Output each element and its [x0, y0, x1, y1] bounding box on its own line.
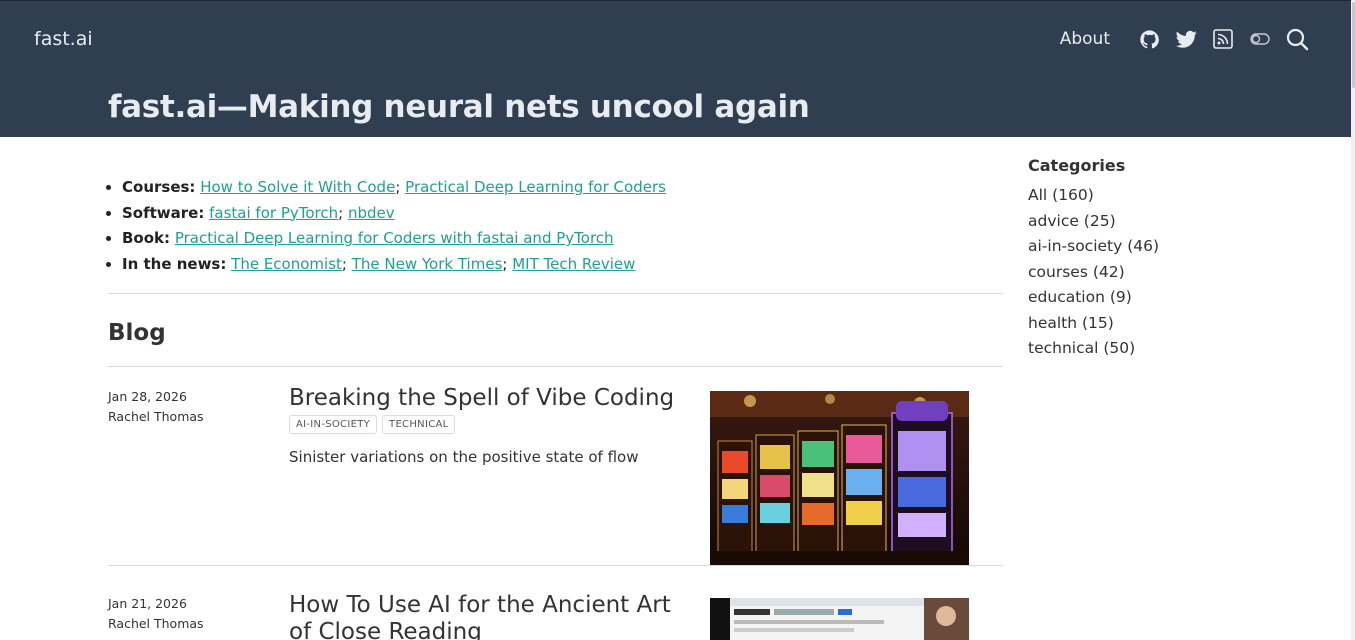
page-title: fast.ai—Making neural nets uncool again	[108, 89, 810, 125]
post-tags: AI-IN-SOCIETY TECHNICAL	[289, 415, 460, 434]
github-icon[interactable]	[1137, 27, 1161, 51]
highlights-list: Courses: How to Solve it With Code; Prac…	[122, 175, 666, 277]
nav-about-link[interactable]: About	[1060, 29, 1110, 49]
category-education[interactable]: education (9)	[1028, 285, 1159, 311]
separator: ;	[338, 203, 344, 222]
divider	[108, 565, 1003, 566]
tag-ai-in-society[interactable]: AI-IN-SOCIETY	[289, 415, 378, 434]
list-label: In the news:	[122, 254, 227, 273]
post-title[interactable]: Breaking the Spell of Vibe Coding	[289, 385, 689, 412]
post-meta: Jan 28, 2026 Rachel Thomas	[108, 387, 204, 427]
link-nbdev[interactable]: nbdev	[348, 204, 395, 222]
site-brand[interactable]: fast.ai	[34, 28, 93, 50]
post-title-line: How To Use AI for the Ancient Art	[289, 592, 671, 618]
site-header: fast.ai About fast.ai—Making neural nets…	[0, 0, 1351, 137]
post-date: Jan 28, 2026	[108, 389, 187, 404]
list-item-book: Book: Practical Deep Learning for Coders…	[122, 226, 666, 252]
list-item-courses: Courses: How to Solve it With Code; Prac…	[122, 175, 666, 201]
link-practical-deep-learning[interactable]: Practical Deep Learning for Coders	[405, 178, 666, 196]
post-author: Rachel Thomas	[108, 409, 204, 424]
post-meta: Jan 21, 2026 Rachel Thomas	[108, 594, 204, 634]
list-label: Software:	[122, 203, 205, 222]
list-item-software: Software: fastai for PyTorch; nbdev	[122, 201, 666, 227]
divider	[108, 293, 1003, 294]
scrollbar-track[interactable]	[1351, 0, 1355, 640]
link-book[interactable]: Practical Deep Learning for Coders with …	[175, 229, 614, 247]
link-economist[interactable]: The Economist	[231, 255, 342, 273]
sidebar-title: Categories	[1028, 156, 1126, 175]
categories-sidebar: Categories All (160) advice (25) ai-in-s…	[1028, 156, 1159, 362]
post-thumbnail-screenshot[interactable]	[710, 598, 969, 640]
post-author: Rachel Thomas	[108, 616, 204, 631]
tag-technical[interactable]: TECHNICAL	[382, 415, 456, 434]
toggle-icon[interactable]	[1248, 27, 1272, 51]
category-all[interactable]: All (160)	[1028, 183, 1159, 209]
separator: ;	[502, 254, 508, 273]
category-ai-in-society[interactable]: ai-in-society (46)	[1028, 234, 1159, 260]
category-health[interactable]: health (15)	[1028, 311, 1159, 337]
post-thumbnail-slot-machines[interactable]	[710, 391, 969, 565]
link-fastai-pytorch[interactable]: fastai for PyTorch	[209, 204, 338, 222]
separator: ;	[395, 178, 401, 196]
list-label: Courses:	[122, 178, 196, 196]
link-nyt[interactable]: The New York Times	[352, 255, 503, 273]
category-courses[interactable]: courses (42)	[1028, 260, 1159, 286]
list-label: Book:	[122, 229, 171, 247]
list-item-news: In the news: The Economist; The New York…	[122, 252, 666, 278]
link-how-to-solve-it[interactable]: How to Solve it With Code	[200, 178, 395, 196]
post-date: Jan 21, 2026	[108, 596, 187, 611]
post-title-line: of Close Reading	[289, 619, 482, 640]
category-technical[interactable]: technical (50)	[1028, 336, 1159, 362]
blog-heading: Blog	[108, 320, 166, 346]
divider	[108, 366, 1003, 367]
post-title[interactable]: How To Use AI for the Ancient Art of Clo…	[289, 592, 689, 640]
link-mit-tech-review[interactable]: MIT Tech Review	[512, 255, 635, 273]
twitter-icon[interactable]	[1174, 27, 1198, 51]
top-nav: About	[1060, 27, 1309, 51]
rss-icon[interactable]	[1211, 27, 1235, 51]
separator: ;	[341, 254, 347, 273]
post-description: Sinister variations on the positive stat…	[289, 448, 639, 466]
search-icon[interactable]	[1285, 27, 1309, 51]
category-advice[interactable]: advice (25)	[1028, 209, 1159, 235]
